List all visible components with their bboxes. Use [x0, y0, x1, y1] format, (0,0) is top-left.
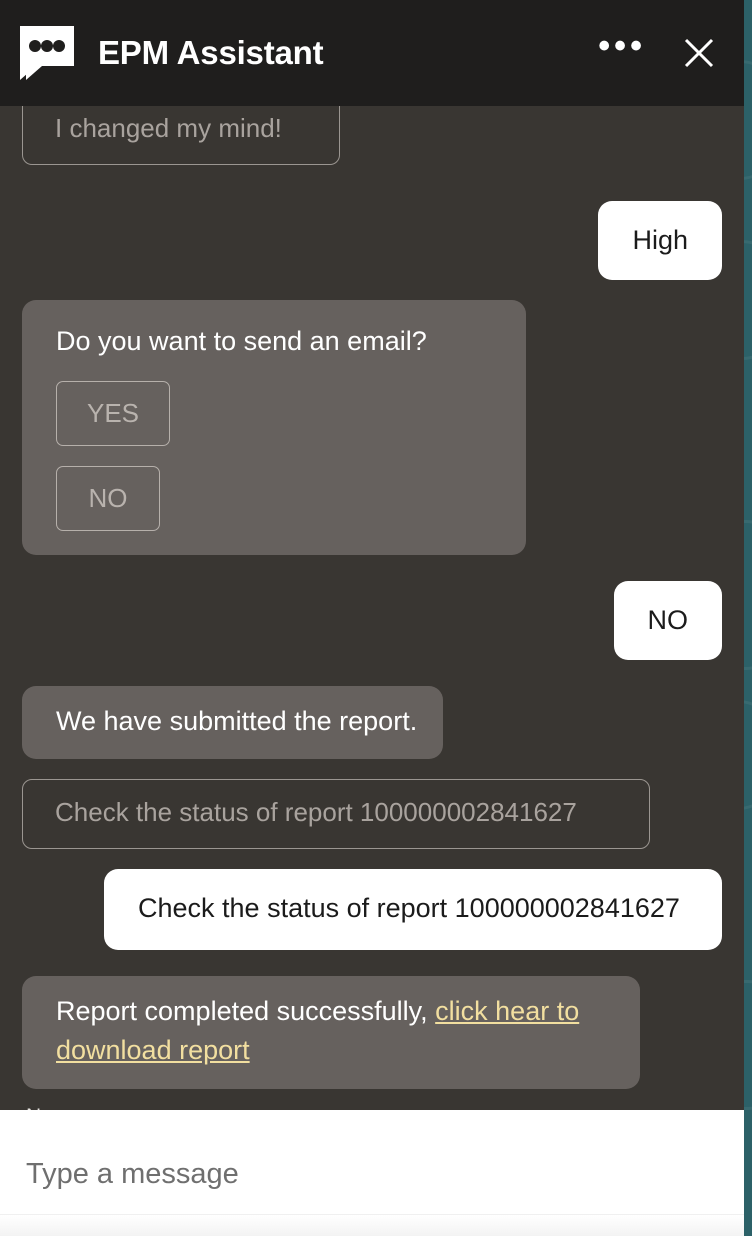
chat-bubble-dots-icon — [20, 26, 74, 80]
message-row: We have submitted the report. — [22, 686, 722, 760]
message-input[interactable] — [0, 1110, 744, 1191]
page-root: EPM Assistant ••• I changed my mind! Hig… — [0, 0, 752, 1236]
message-row: Do you want to send an email? YES NO — [22, 299, 722, 556]
message-row: Check the status of report 1000000028416… — [22, 869, 722, 951]
user-message-bubble: NO — [613, 581, 722, 661]
message-row: NO — [22, 581, 722, 661]
message-composer — [0, 1110, 744, 1236]
quick-reply-yes-button[interactable]: YES — [56, 381, 170, 447]
quick-reply-no-button[interactable]: NO — [56, 466, 160, 532]
bot-message-text: Report completed successfully, — [56, 996, 436, 1027]
user-message-bubble: High — [598, 200, 722, 280]
message-row: High — [22, 200, 722, 280]
close-icon[interactable] — [676, 30, 722, 76]
bot-message-bubble: Report completed successfully, click hea… — [22, 976, 640, 1089]
page-title: EPM Assistant — [98, 34, 324, 71]
message-row: Check the status of report 1000000028416… — [22, 779, 722, 850]
bot-question-text: Do you want to send an email? — [56, 325, 427, 356]
ellipsis-icon[interactable]: ••• — [584, 29, 660, 65]
suggestion-chip[interactable]: Check the status of report 1000000028416… — [22, 779, 650, 850]
user-message-bubble: Check the status of report 1000000028416… — [104, 869, 722, 951]
composer-toolbar — [0, 1214, 744, 1236]
suggestion-chip[interactable]: I changed my mind! — [22, 106, 340, 165]
chat-widget: EPM Assistant ••• I changed my mind! Hig… — [0, 0, 744, 1236]
bot-message-bubble: We have submitted the report. — [22, 686, 444, 760]
message-row: Report completed successfully, click hea… — [22, 976, 722, 1089]
chat-header: EPM Assistant ••• — [0, 0, 744, 106]
bot-question-card: Do you want to send an email? YES NO — [22, 299, 526, 556]
message-row: I changed my mind! — [22, 106, 722, 165]
message-list[interactable]: I changed my mind! High Do you want to s… — [0, 106, 744, 1110]
